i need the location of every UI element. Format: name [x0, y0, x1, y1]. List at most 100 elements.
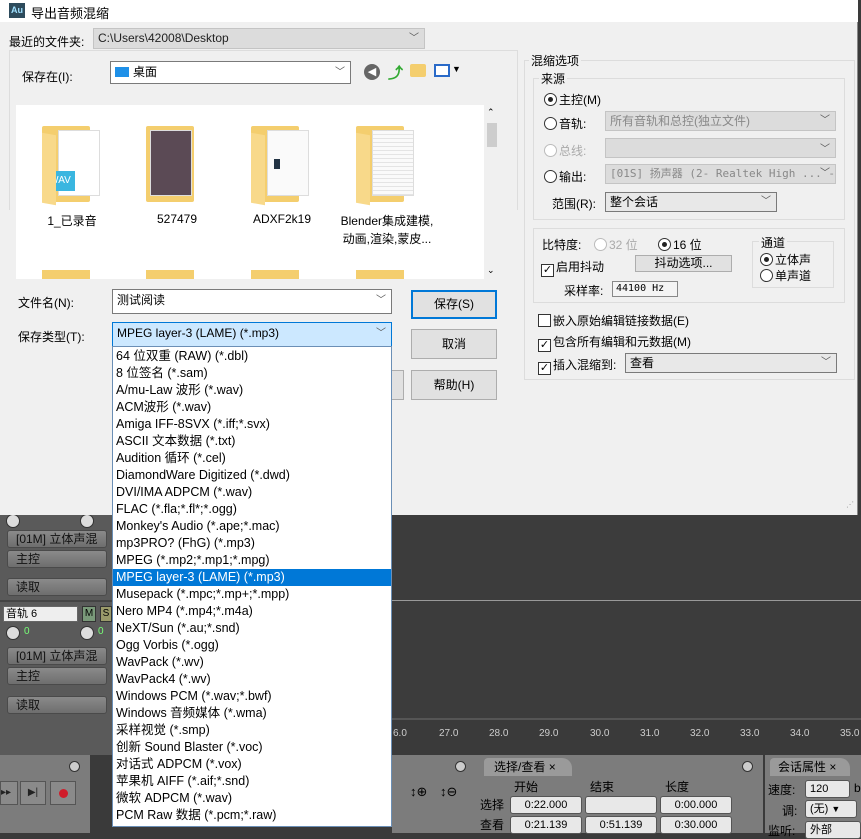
selection-end-field[interactable] — [585, 796, 657, 814]
volume-knob-icon[interactable] — [6, 626, 20, 640]
file-item-label[interactable]: 1_已录音 — [17, 212, 127, 229]
bit16-radio[interactable]: 16 位 — [658, 236, 702, 253]
file-type-option[interactable]: ACM波形 (*.wav) — [113, 399, 391, 416]
stereo-radio[interactable]: 立体声 — [760, 251, 811, 268]
help-button[interactable]: 帮助(H) — [411, 370, 497, 400]
file-type-option[interactable]: FLAC (*.fla;*.fl*;*.ogg) — [113, 501, 391, 518]
master-radio[interactable]: 主控(M) — [544, 91, 601, 108]
file-type-option[interactable]: 8 位签名 (*.sam) — [113, 365, 391, 382]
file-type-option[interactable]: 苹果机 AIFF (*.aif;*.snd) — [113, 773, 391, 790]
output-select-1[interactable]: [01M] 立体声混 — [7, 530, 107, 548]
selection-length-field[interactable]: 0:00.000 — [660, 796, 732, 814]
file-type-option[interactable]: 创新 Sound Blaster (*.voc) — [113, 739, 391, 756]
recent-folder-select[interactable]: C:\Users\42008\Desktop ﹀ — [93, 28, 425, 49]
file-type-option[interactable]: Monkey's Audio (*.ape;*.mac) — [113, 518, 391, 535]
tab-selection-view[interactable]: 选择/查看 × — [484, 758, 572, 776]
view-end-field[interactable]: 0:51.139 — [585, 816, 657, 834]
output-select-2[interactable]: [01M] 立体声混 — [7, 647, 107, 665]
view-start-field[interactable]: 0:21.139 — [510, 816, 582, 834]
include-metadata-checkbox[interactable]: ✓ 包含所有编辑和元数据(M) — [538, 333, 691, 352]
insert-mixdown-checkbox[interactable]: ✓ 插入混缩到: — [538, 356, 616, 375]
mute-button[interactable]: M — [82, 606, 96, 622]
back-icon[interactable]: ◀ — [364, 64, 380, 80]
file-type-option[interactable]: 64 位双重 (RAW) (*.dbl) — [113, 348, 391, 365]
panel-menu-icon[interactable] — [455, 761, 466, 772]
file-type-option[interactable]: ASCII 文本数据 (*.txt) — [113, 433, 391, 450]
file-type-option[interactable]: A/mu-Law 波形 (*.wav) — [113, 382, 391, 399]
resize-grip-icon[interactable]: ⋰ — [846, 500, 854, 509]
solo-button[interactable]: S — [100, 606, 112, 622]
skip-end-button[interactable]: ▶| — [20, 781, 46, 805]
file-type-option[interactable]: 对话式 ADPCM (*.vox) — [113, 756, 391, 773]
file-type-option[interactable]: WavPack (*.wv) — [113, 654, 391, 671]
zoom-in-vertical-icon[interactable]: ↕⊕ — [410, 784, 427, 800]
record-button[interactable] — [50, 781, 76, 805]
file-item-label[interactable]: ADXF2k19 — [227, 212, 337, 226]
save-in-select[interactable]: 桌面 ﹀ — [110, 61, 351, 84]
new-folder-icon[interactable] — [410, 64, 426, 77]
file-type-option[interactable]: Nero MP4 (*.mp4;*.m4a) — [113, 603, 391, 620]
embed-checkbox[interactable]: 嵌入原始编辑链接数据(E) — [538, 312, 689, 329]
file-type-dropdown-list[interactable]: 64 位双重 (RAW) (*.dbl) 8 位签名 (*.sam) A/mu-La… — [112, 346, 392, 827]
file-type-option[interactable]: Windows PCM (*.wav;*.bwf) — [113, 688, 391, 705]
file-type-option[interactable]: mp3PRO? (FhG) (*.mp3) — [113, 535, 391, 552]
panel-menu-icon[interactable] — [742, 761, 753, 772]
chevron-down-icon: ﹀ — [376, 295, 386, 306]
file-type-option[interactable]: PCM Raw 数据 (*.pcm;*.raw) — [113, 807, 391, 824]
dropdown-arrow-icon[interactable]: ▼ — [452, 64, 461, 74]
knob-icon[interactable] — [80, 514, 94, 528]
bus-select-2[interactable]: 主控 — [7, 667, 107, 685]
knob-icon[interactable] — [6, 514, 20, 528]
fast-forward-button[interactable]: ▸▸ — [0, 781, 18, 805]
track-name-field[interactable]: 音轨 6 — [3, 606, 78, 622]
file-type-option[interactable]: Windows 音频媒体 (*.wma) — [113, 705, 391, 722]
file-type-option[interactable]: MPEG layer-3 (LAME) (*.mp3) — [113, 569, 391, 586]
file-type-option[interactable]: DiamondWare Digitized (*.dwd) — [113, 467, 391, 484]
scroll-up-icon[interactable]: ⌃ — [487, 107, 495, 118]
radio-label: 立体声 — [775, 253, 812, 267]
file-type-option[interactable]: NeXT/Sun (*.au;*.snd) — [113, 620, 391, 637]
file-item-label[interactable]: Blender集成建模, — [332, 212, 442, 229]
zoom-out-vertical-icon[interactable]: ↕⊖ — [440, 784, 457, 800]
panel-menu-icon[interactable] — [69, 761, 80, 772]
file-type-option[interactable]: 采样视觉 (*.smp) — [113, 722, 391, 739]
dither-checkbox[interactable]: ✓ 启用抖动 — [541, 258, 604, 277]
filename-input[interactable]: 测试阅读 ﹀ — [112, 289, 392, 314]
file-type-option[interactable]: DVI/IMA ADPCM (*.wav) — [113, 484, 391, 501]
file-type-option[interactable]: Ogg Vorbis (*.ogg) — [113, 637, 391, 654]
close-icon[interactable]: × — [549, 760, 556, 774]
file-type-option[interactable]: Audition 循环 (*.cel) — [113, 450, 391, 467]
file-type-select[interactable]: MPEG layer-3 (LAME) (*.mp3) ﹀ — [112, 322, 392, 347]
tempo-field[interactable]: 120 — [805, 780, 850, 798]
save-button[interactable]: 保存(S) — [411, 290, 497, 319]
close-icon[interactable]: × — [829, 760, 836, 774]
output-radio[interactable]: 输出: — [544, 168, 586, 185]
insert-target-select[interactable]: 查看 ﹀ — [625, 353, 837, 373]
file-list[interactable]: WAV 1_已录音 527479 ADXF2k19 Blender集成建模, 动… — [16, 105, 500, 279]
vertical-scrollbar[interactable]: ⌃ ⌄ — [484, 105, 500, 279]
file-type-option[interactable]: 微软 ADPCM (*.wav) — [113, 790, 391, 807]
pan-knob-icon[interactable] — [80, 626, 94, 640]
range-select[interactable]: 整个会话 ﹀ — [605, 192, 777, 212]
view-menu-icon[interactable] — [434, 64, 450, 77]
up-folder-icon[interactable]: ⤴ — [388, 62, 403, 83]
scrollbar-thumb[interactable] — [487, 123, 497, 147]
track-radio[interactable]: 音轨: — [544, 115, 586, 132]
file-type-option[interactable]: Musepack (*.mpc;*.mp+;*.mpp) — [113, 586, 391, 603]
file-type-option[interactable]: WavPack4 (*.wv) — [113, 671, 391, 688]
view-length-field[interactable]: 0:30.000 — [660, 816, 732, 834]
mono-radio[interactable]: 单声道 — [760, 267, 811, 284]
cancel-button[interactable]: 取消 — [411, 329, 497, 359]
dither-options-button[interactable]: 抖动选项... — [635, 255, 732, 272]
automation-select-1[interactable]: 读取 — [7, 578, 107, 596]
file-type-option[interactable]: Amiga IFF-8SVX (*.iff;*.svx) — [113, 416, 391, 433]
scroll-down-icon[interactable]: ⌄ — [487, 265, 495, 276]
selection-start-field[interactable]: 0:22.000 — [510, 796, 582, 814]
file-item-label[interactable]: 527479 — [122, 212, 232, 226]
key-select[interactable]: (无) ▼ — [805, 800, 857, 818]
tab-session-properties[interactable]: 会话属性 × — [770, 758, 850, 776]
automation-select-2[interactable]: 读取 — [7, 696, 107, 714]
monitor-select[interactable]: 外部 — [805, 821, 861, 839]
bus-select-1[interactable]: 主控 — [7, 550, 107, 568]
file-type-option[interactable]: MPEG (*.mp2;*.mp1;*.mpg) — [113, 552, 391, 569]
